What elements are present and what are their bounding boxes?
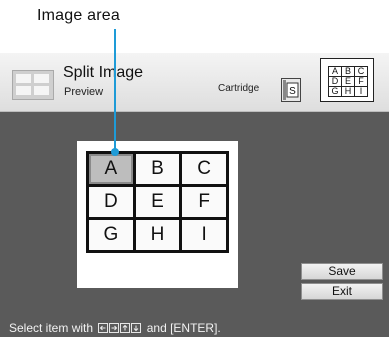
status-prefix: Select item with	[9, 321, 94, 335]
status-bar: Select item with and [ENTER].	[0, 290, 389, 337]
cartridge-letter: S	[289, 86, 296, 97]
image-area: ABC DEF GHI	[77, 141, 238, 288]
split-image-screen: Split Image Preview Cartridge S ABCDEFGH…	[0, 53, 389, 337]
grid-cell-i[interactable]: I	[182, 220, 226, 250]
mini-cell-i: I	[355, 87, 368, 97]
split-grid: ABC DEF GHI	[86, 151, 229, 253]
status-message: Select item with and [ENTER].	[9, 321, 221, 335]
grid-cell-b[interactable]: B	[135, 154, 180, 184]
mini-cell-g: G	[329, 87, 342, 97]
right-arrow-icon	[109, 323, 120, 333]
status-suffix: and [ENTER].	[146, 321, 221, 335]
callout-leader-line	[114, 29, 116, 151]
mini-cell-h: H	[342, 87, 355, 97]
grid-cell-f[interactable]: F	[182, 187, 226, 217]
arrow-keys	[98, 323, 142, 333]
image-area-callout: Image area	[37, 7, 120, 24]
grid-cell-h[interactable]: H	[135, 220, 180, 250]
up-arrow-icon	[120, 323, 131, 333]
left-arrow-icon	[98, 323, 109, 333]
grid-cell-a[interactable]: A	[89, 154, 133, 184]
cartridge-icon: S	[281, 78, 301, 102]
grid-cell-c[interactable]: C	[182, 154, 226, 184]
header-bar: Split Image Preview Cartridge S ABCDEFGH…	[0, 53, 389, 112]
callout-leader-dot	[111, 148, 119, 156]
split-image-icon	[12, 70, 54, 100]
layout-thumbnail-grid: ABCDEFGHI	[328, 66, 368, 97]
grid-cell-e[interactable]: E	[135, 187, 180, 217]
grid-cell-d[interactable]: D	[89, 187, 133, 217]
down-arrow-icon	[131, 323, 142, 333]
grid-cell-g[interactable]: G	[89, 220, 133, 250]
layout-thumbnail: ABCDEFGHI	[320, 58, 374, 102]
page-subtitle: Preview	[64, 86, 104, 98]
cartridge-label: Cartridge	[218, 83, 260, 94]
page-title: Split Image	[63, 64, 144, 81]
save-button[interactable]: Save	[301, 263, 383, 280]
